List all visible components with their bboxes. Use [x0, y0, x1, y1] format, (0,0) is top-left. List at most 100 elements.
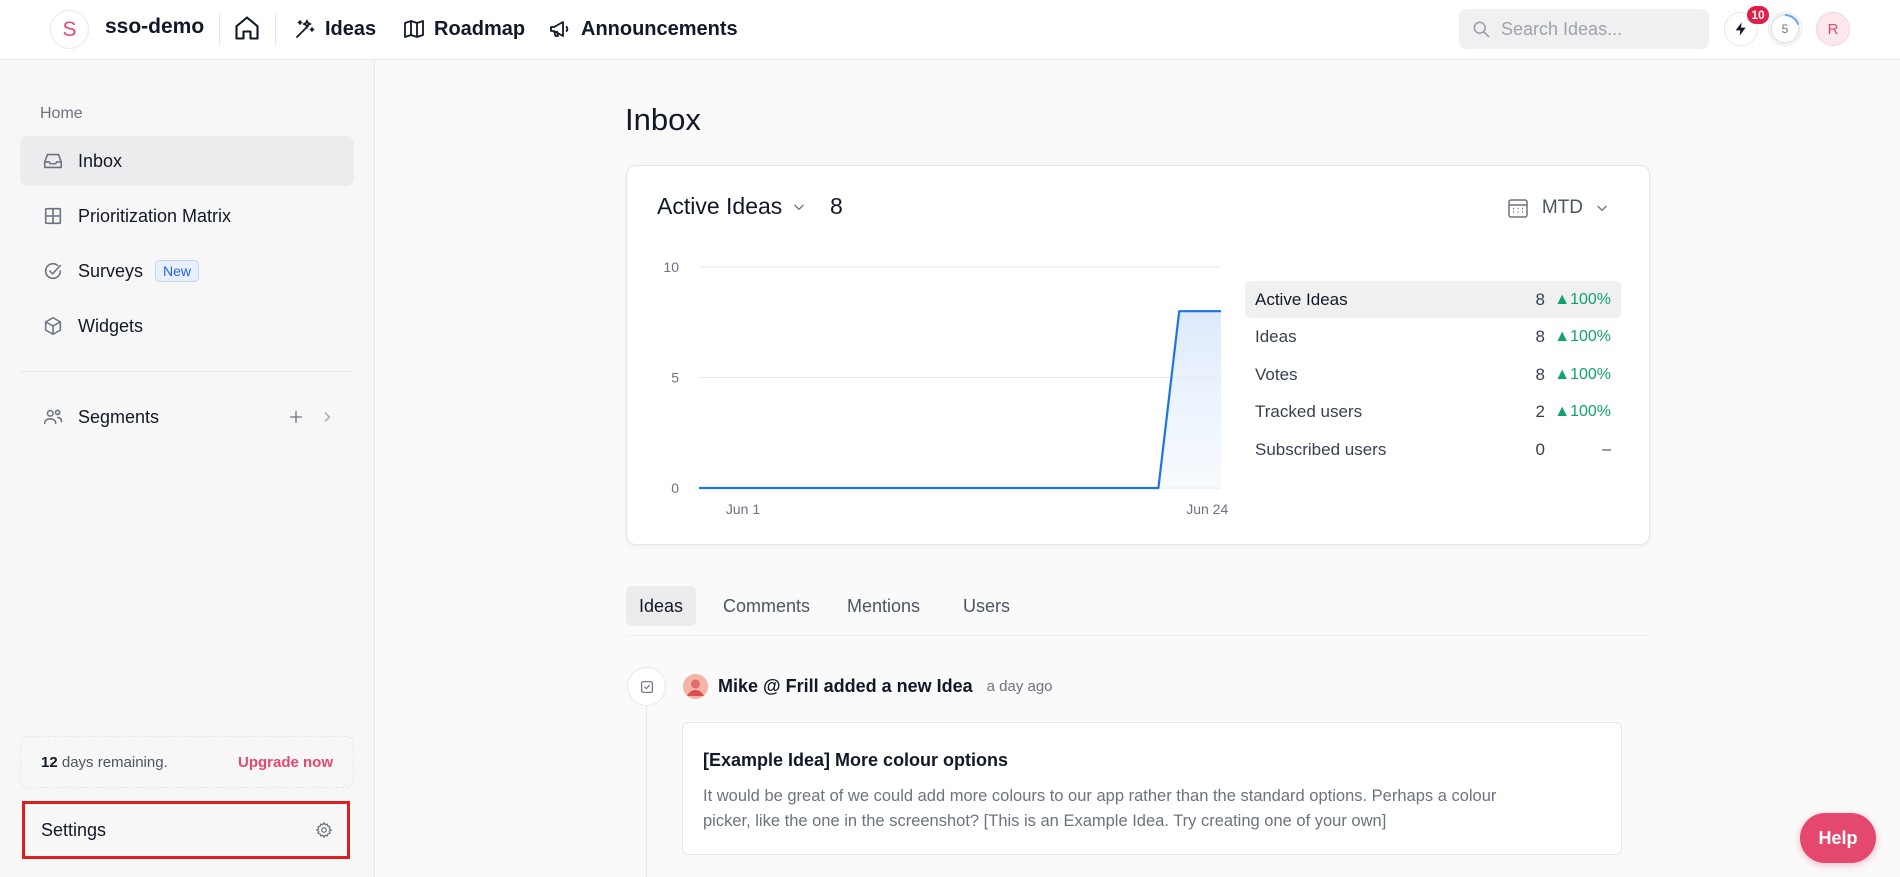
progress-count: 5: [1781, 22, 1789, 36]
sidebar-item-widgets[interactable]: Widgets: [20, 301, 354, 351]
tab-mentions[interactable]: Mentions: [834, 586, 933, 626]
stat-name: Votes: [1255, 364, 1298, 384]
timeline-line: [646, 705, 647, 877]
activity-text: Mike @ Frill added a new Idea: [718, 676, 973, 696]
stat-name: Active Ideas: [1255, 289, 1348, 309]
users-icon: [43, 409, 63, 425]
notification-badge: 10: [1747, 6, 1769, 24]
trial-text: 12 days remaining.: [41, 754, 168, 771]
stat-list: Active Ideas 8 ▲100% Ideas 8 ▲100% Votes 8 ▲100%…: [1245, 281, 1621, 469]
nav-roadmap-label: Roadmap: [434, 17, 526, 40]
magic-wand-icon: [296, 18, 315, 38]
user-avatar-button[interactable]: R: [1816, 12, 1850, 46]
sidebar-item-label: Surveys: [78, 260, 144, 281]
timeline-marker: [627, 667, 666, 706]
inbox-icon: [43, 153, 63, 169]
cube-icon: [44, 316, 62, 336]
divider: [275, 14, 276, 46]
sidebar-item-surveys[interactable]: Surveys New: [20, 246, 354, 296]
idea-card[interactable]: [Example Idea] More colour options It wo…: [682, 722, 1622, 855]
stat-row[interactable]: Votes 8 ▲100%: [1245, 356, 1621, 393]
nav-ideas[interactable]: Ideas: [293, 14, 376, 44]
nav-roadmap[interactable]: Roadmap: [402, 14, 525, 44]
segment-actions: [288, 409, 334, 425]
sidebar-item-prioritization-matrix[interactable]: Prioritization Matrix: [20, 191, 354, 241]
stat-row[interactable]: Active Ideas 8 ▲100%: [1245, 281, 1621, 318]
stat-change: ▲100%: [1554, 328, 1611, 345]
activity-header: Mike @ Frill added a new Idea a day ago: [683, 674, 1053, 699]
stat-value: 8: [1535, 327, 1545, 346]
sidebar-divider: [20, 371, 354, 372]
upgrade-link[interactable]: Upgrade now: [238, 754, 333, 771]
stat-change: –: [1602, 440, 1611, 458]
sidebar-item-label: Widgets: [78, 315, 144, 336]
settings-button[interactable]: Settings: [22, 801, 350, 859]
y-tick-label: 5: [671, 370, 679, 386]
progress-button[interactable]: 5: [1768, 12, 1802, 46]
stat-value: 0: [1535, 439, 1545, 459]
sidebar-item-inbox[interactable]: Inbox: [20, 136, 354, 186]
x-tick-label: Jun 24: [1186, 501, 1228, 517]
help-button[interactable]: Help: [1800, 813, 1876, 863]
stat-name: Subscribed users: [1255, 439, 1387, 459]
y-tick-label: 0: [671, 480, 679, 496]
activity-time: a day ago: [986, 678, 1053, 695]
sidebar-item-label: Segments: [78, 406, 160, 427]
stat-value: 2: [1535, 402, 1545, 421]
chart-line: [699, 310, 1221, 490]
nav-ideas-label: Ideas: [325, 17, 377, 40]
page-title: Inbox: [625, 102, 701, 137]
search-icon: [1473, 21, 1490, 38]
grid-icon: [44, 207, 62, 225]
stat-row[interactable]: Ideas 8 ▲100%: [1245, 319, 1621, 356]
stat-row[interactable]: Tracked users 2 ▲100%: [1245, 394, 1621, 431]
inbox-tabs: Ideas Comments Mentions Users: [626, 584, 1650, 636]
check-circle-icon: [44, 262, 62, 280]
sidebar: Home Inbox Prioritization Matrix Surveys…: [0, 60, 375, 877]
chart-area: [699, 311, 1221, 488]
map-icon: [404, 20, 424, 38]
person-avatar-icon: [683, 674, 708, 699]
stat-value: 8: [1535, 289, 1545, 309]
stat-name: Ideas: [1255, 327, 1297, 346]
tab-users[interactable]: Users: [950, 586, 1023, 626]
stat-change: ▲100%: [1554, 290, 1611, 308]
sidebar-item-label: Prioritization Matrix: [78, 205, 232, 226]
lightning-icon: [1735, 22, 1746, 36]
stat-change: ▲100%: [1554, 365, 1611, 383]
avatar[interactable]: [683, 674, 708, 699]
stat-value: 8: [1535, 364, 1545, 384]
stat-change: ▲100%: [1554, 403, 1611, 420]
plus-icon[interactable]: [288, 409, 304, 425]
user-initial: R: [1827, 20, 1839, 38]
brand-avatar[interactable]: S: [50, 10, 89, 49]
sidebar-item-segments[interactable]: Segments: [20, 392, 354, 442]
search-box[interactable]: [1459, 9, 1709, 49]
trial-days: 12: [41, 753, 58, 771]
home-button[interactable]: [233, 14, 263, 44]
search-input[interactable]: [1501, 18, 1701, 40]
settings-label: Settings: [41, 819, 107, 840]
stat-name: Tracked users: [1255, 402, 1363, 421]
x-tick-label: Jun 1: [726, 501, 760, 517]
chevron-right-icon[interactable]: [320, 410, 334, 424]
top-bar: S sso-demo Ideas Roadmap Announcements 1…: [0, 0, 1900, 60]
home-icon: [235, 16, 259, 40]
divider: [219, 14, 220, 46]
idea-body: It would be great of we could add more c…: [703, 787, 1497, 830]
idea-title: [Example Idea] More colour options: [703, 750, 1009, 770]
sidebar-heading: Home: [40, 105, 83, 122]
stat-row[interactable]: Subscribed users 0 –: [1245, 431, 1621, 468]
tab-comments[interactable]: Comments: [710, 586, 823, 626]
nav-announcements[interactable]: Announcements: [547, 14, 738, 44]
stats-card: Active Ideas 8 MTD 0 5 10 Jun 1 Jun 24 Acti…: [626, 165, 1650, 545]
tab-ideas[interactable]: Ideas: [626, 586, 697, 626]
trial-label: days remaining.: [61, 753, 168, 771]
megaphone-icon: [550, 21, 569, 37]
gear-icon: [315, 821, 333, 839]
y-tick-label: 10: [663, 259, 679, 275]
new-badge: New: [155, 260, 200, 282]
sidebar-item-label: Inbox: [78, 150, 123, 171]
brand-name[interactable]: sso-demo: [105, 15, 204, 39]
checkbox-icon: [640, 680, 653, 693]
